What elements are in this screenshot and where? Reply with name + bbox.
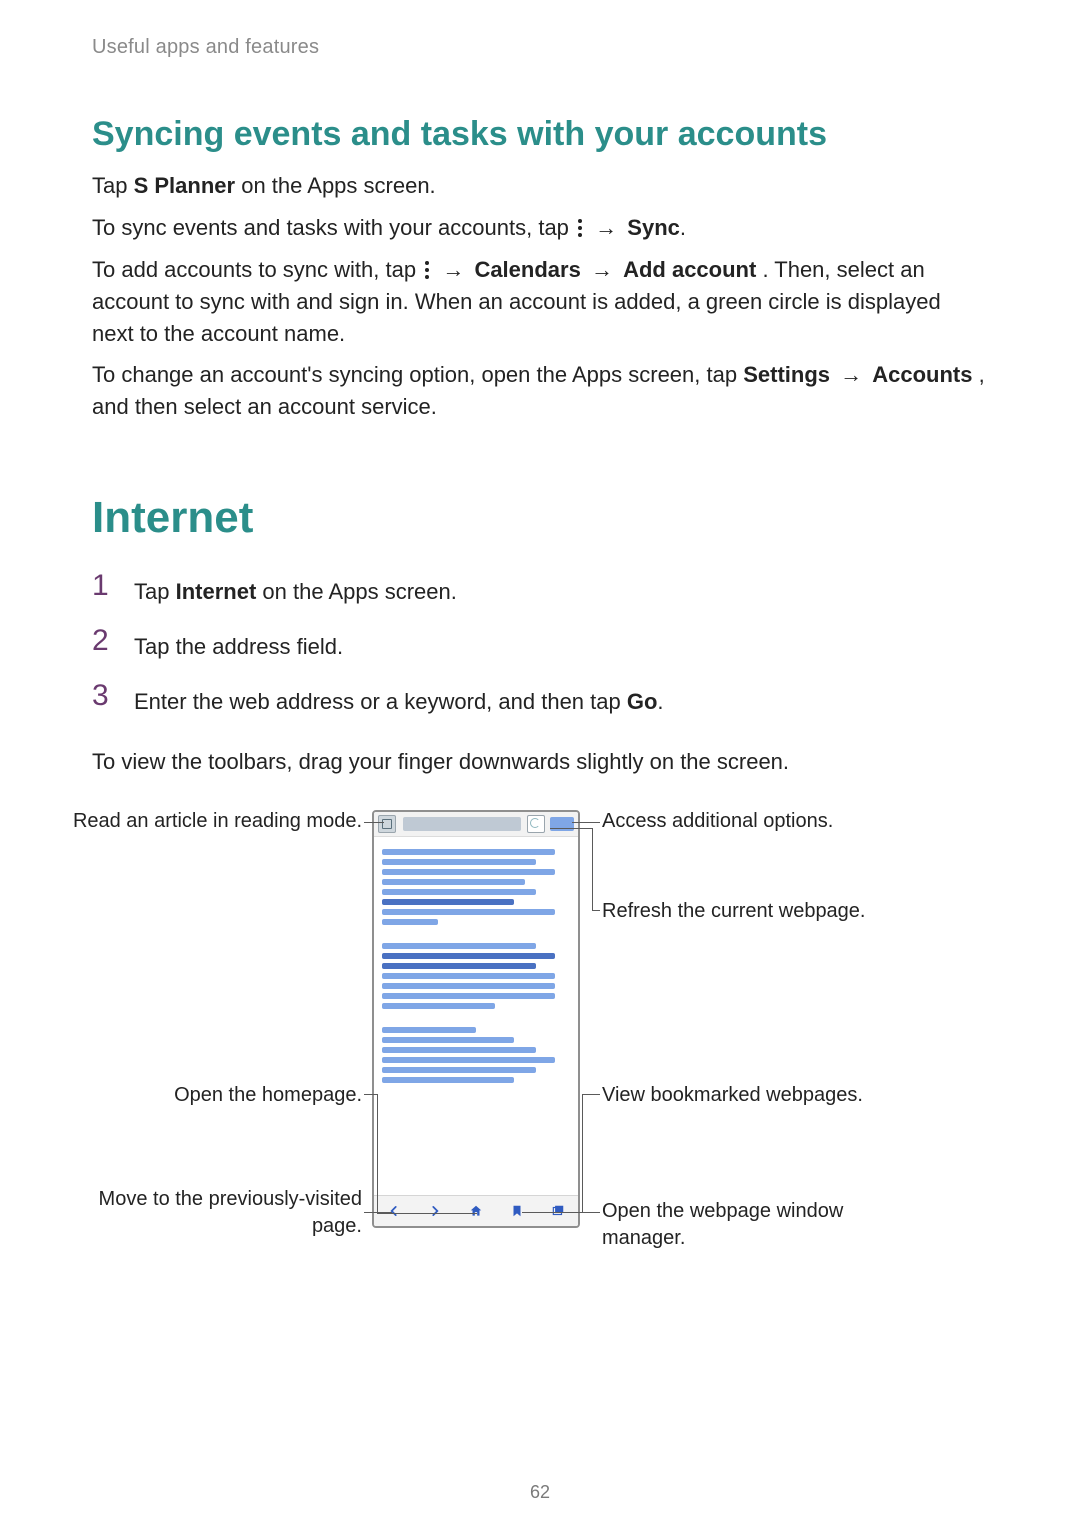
callout-back: Move to the previously-visited page. (72, 1186, 362, 1240)
callout-reading-mode: Read an article in reading mode. (72, 808, 362, 835)
bold-splanner: S Planner (134, 173, 235, 198)
callout-bookmarks: View bookmarked webpages. (602, 1082, 922, 1109)
step-number: 3 (92, 677, 114, 711)
text: Tap (92, 173, 134, 198)
nav-bookmarks-button[interactable] (510, 1204, 524, 1218)
steps-list: 1 Tap Internet on the Apps screen. 2 Tap… (92, 567, 988, 718)
address-field[interactable] (403, 817, 521, 831)
sync-p4: To change an account's syncing option, o… (92, 359, 988, 423)
nav-forward-button[interactable] (428, 1204, 442, 1218)
callout-window-manager: Open the webpage window manager. (602, 1198, 922, 1252)
text: To sync events and tasks with your accou… (92, 215, 575, 240)
heading-internet: Internet (92, 493, 988, 543)
bold-add-account: Add account (623, 257, 756, 282)
callout-homepage: Open the homepage. (72, 1082, 362, 1109)
more-options-icon (575, 219, 585, 237)
callout-refresh: Refresh the current webpage. (602, 898, 912, 925)
step-text: Enter the web address or a keyword, and … (134, 677, 664, 718)
bold-settings: Settings (743, 362, 830, 387)
step-text: Tap the address field. (134, 622, 343, 663)
reading-mode-button[interactable] (378, 815, 396, 833)
arrow-icon: → (438, 257, 468, 282)
heading-syncing: Syncing events and tasks with your accou… (92, 115, 988, 154)
bold-accounts: Accounts (872, 362, 972, 387)
step-number: 2 (92, 622, 114, 656)
section-header: Useful apps and features (92, 36, 988, 59)
page-number: 62 (0, 1482, 1080, 1503)
text: To add accounts to sync with, tap (92, 257, 422, 282)
webpage-body (374, 837, 578, 1197)
more-options-icon (422, 261, 432, 279)
browser-bottom-nav (374, 1195, 578, 1226)
arrow-icon: → (591, 215, 621, 240)
refresh-button[interactable] (527, 815, 545, 833)
sync-p1: Tap S Planner on the Apps screen. (92, 170, 988, 202)
browser-diagram: Read an article in reading mode. Open th… (92, 804, 988, 1304)
text: on the Apps screen. (241, 173, 435, 198)
bold-sync: Sync (627, 215, 680, 240)
nav-home-button[interactable] (469, 1204, 483, 1218)
step-text: Tap Internet on the Apps screen. (134, 567, 457, 608)
text: To change an account's syncing option, o… (92, 362, 743, 387)
nav-windows-button[interactable] (551, 1204, 565, 1218)
arrow-icon: → (836, 362, 866, 387)
sync-p3: To add accounts to sync with, tap → Cale… (92, 254, 988, 350)
browser-topbar (374, 812, 578, 837)
bold-calendars: Calendars (474, 257, 580, 282)
phone-mock (372, 810, 580, 1228)
nav-back-button[interactable] (387, 1204, 401, 1218)
step-number: 1 (92, 567, 114, 601)
callout-more-options: Access additional options. (602, 808, 902, 835)
toolbar-hint: To view the toolbars, drag your finger d… (92, 746, 988, 778)
arrow-icon: → (587, 257, 617, 282)
sync-p2: To sync events and tasks with your accou… (92, 212, 988, 244)
